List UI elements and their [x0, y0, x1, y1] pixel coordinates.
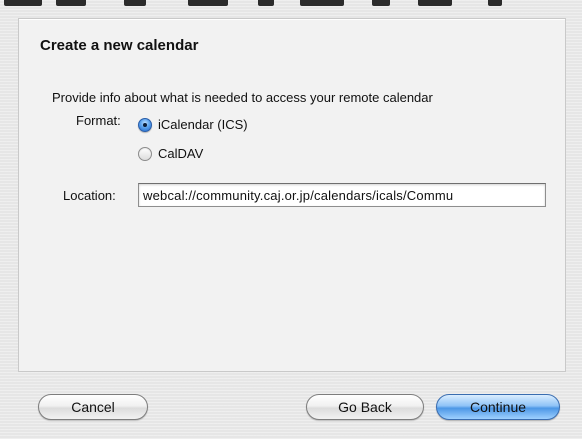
location-input[interactable] [138, 183, 546, 207]
format-label: Format: [76, 113, 121, 128]
location-label: Location: [63, 188, 116, 203]
dialog-title: Create a new calendar [40, 37, 199, 54]
clipped-glyph [124, 0, 146, 6]
clipped-glyph [4, 0, 42, 6]
radio-icalendar[interactable]: iCalendar (ICS) [138, 117, 248, 132]
clipped-glyph [418, 0, 452, 6]
clipped-glyph [56, 0, 86, 6]
radio-selected-icon[interactable] [138, 117, 152, 132]
go-back-button[interactable]: Go Back [306, 394, 424, 420]
radio-caldav[interactable]: CalDAV [138, 146, 203, 161]
clipped-glyph [188, 0, 228, 6]
clipped-glyph [258, 0, 274, 6]
radio-caldav-label: CalDAV [158, 146, 204, 161]
radio-icalendar-label: iCalendar (ICS) [158, 117, 248, 132]
cancel-button[interactable]: Cancel [38, 394, 148, 420]
clipped-glyph [488, 0, 502, 6]
clipped-glyph [300, 0, 344, 6]
instructions-text: Provide info about what is needed to acc… [52, 90, 433, 105]
clipped-window-edge [0, 0, 582, 8]
radio-unselected-icon[interactable] [138, 146, 152, 161]
continue-button[interactable]: Continue [436, 394, 560, 420]
clipped-glyph [372, 0, 390, 6]
